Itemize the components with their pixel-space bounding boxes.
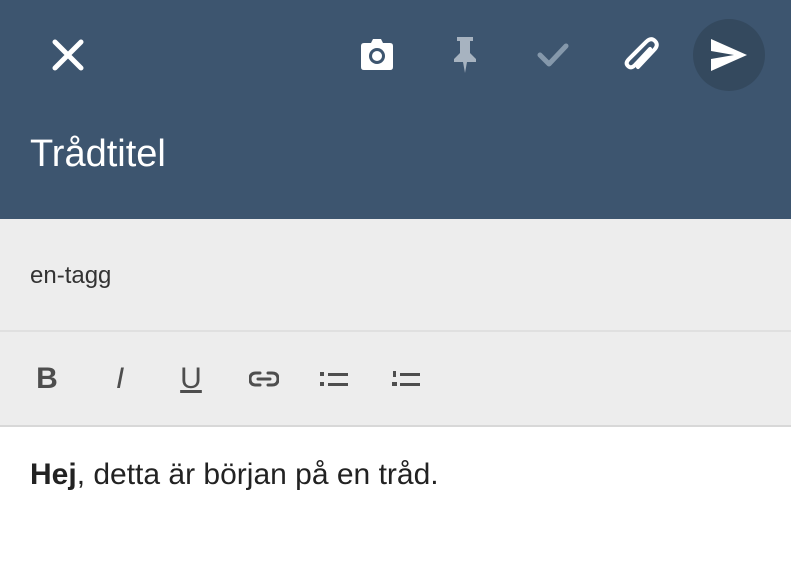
italic-button[interactable]: I [96,355,144,403]
tag-chip[interactable]: en-tagg [30,260,111,292]
pin-icon [454,37,476,73]
underline-button[interactable]: U [167,355,215,403]
paperclip-icon [624,37,659,70]
numbered-list-button[interactable] [382,355,430,403]
send-icon [711,39,747,71]
bulleted-list-icon [320,372,348,386]
check-icon [537,43,569,67]
bold-button[interactable]: B [23,355,71,403]
link-icon [249,371,279,387]
resolve-button[interactable] [525,27,581,83]
bold-text: Hej [30,458,77,491]
tags-field[interactable] [0,219,791,332]
send-button[interactable] [693,19,765,91]
body-text: , detta är början på en tråd. [76,458,439,491]
numbered-list-icon [392,371,420,386]
link-button[interactable] [240,355,288,403]
close-icon [52,39,84,71]
attach-button[interactable] [614,27,670,83]
pin-button[interactable] [437,27,493,83]
close-button[interactable] [40,27,96,83]
thread-title[interactable]: Trådtitel [30,130,166,178]
bulleted-list-button[interactable] [310,355,358,403]
camera-icon [361,39,393,70]
compose-thread-screen: Trådtitel en-tagg B I U Hej, detta är bö… [0,0,791,586]
compose-header: Trådtitel [0,0,791,219]
camera-button[interactable] [349,27,405,83]
message-editor[interactable]: Hej, detta är början på en tråd. [30,456,760,494]
